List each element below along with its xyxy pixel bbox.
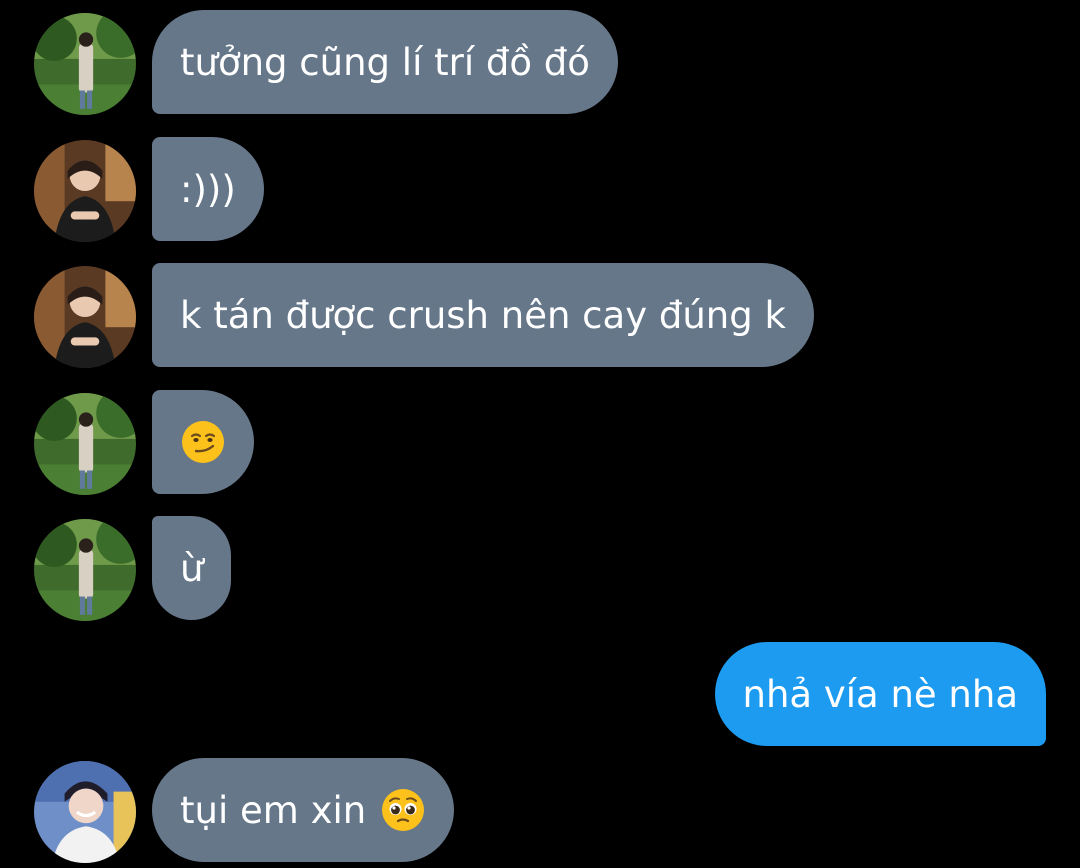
- avatar-park-image: [34, 519, 136, 621]
- avatar-cafe-image: [34, 266, 136, 368]
- incoming-message-bubble[interactable]: [152, 390, 254, 494]
- avatar[interactable]: [34, 519, 136, 621]
- avatar[interactable]: [34, 140, 136, 242]
- message-text: ừ: [180, 546, 204, 590]
- incoming-message-bubble[interactable]: ừ: [152, 516, 232, 620]
- avatar[interactable]: [34, 13, 136, 115]
- message-row: tưởng cũng lí trí đồ đó: [0, 10, 1080, 115]
- message-text: :))): [180, 167, 236, 211]
- message-row: k tán được crush nên cay đúng k: [0, 263, 1080, 368]
- smirking-face-emoji: [180, 419, 226, 465]
- incoming-message-bubble[interactable]: :))): [152, 137, 264, 241]
- incoming-message-bubble[interactable]: tưởng cũng lí trí đồ đó: [152, 10, 618, 114]
- avatar-cafe-image: [34, 140, 136, 242]
- message-text: tưởng cũng lí trí đồ đó: [180, 40, 590, 84]
- message-text: k tán được crush nên cay đúng k: [180, 293, 786, 337]
- incoming-message-bubble[interactable]: tụi em xin: [152, 758, 455, 862]
- message-row: nhả vía nè nha: [0, 642, 1080, 746]
- avatar[interactable]: [34, 393, 136, 495]
- message-row: :))): [0, 137, 1080, 242]
- message-text: nhả vía nè nha: [742, 672, 1019, 716]
- avatar-smile-image: [34, 761, 136, 863]
- pleading-face-emoji: [380, 787, 426, 833]
- outgoing-message-bubble[interactable]: nhả vía nè nha: [714, 642, 1046, 746]
- avatar[interactable]: [34, 761, 136, 863]
- message-row: [0, 390, 1080, 495]
- chat-thread: tưởng cũng lí trí đồ đó :))) k tán được …: [0, 0, 1080, 868]
- message-row: ừ: [0, 516, 1080, 621]
- avatar[interactable]: [34, 266, 136, 368]
- message-row: tụi em xin: [0, 758, 1080, 863]
- incoming-message-bubble[interactable]: k tán được crush nên cay đúng k: [152, 263, 814, 367]
- message-text: tụi em xin: [180, 788, 367, 832]
- avatar-park-image: [34, 393, 136, 495]
- avatar-park-image: [34, 13, 136, 115]
